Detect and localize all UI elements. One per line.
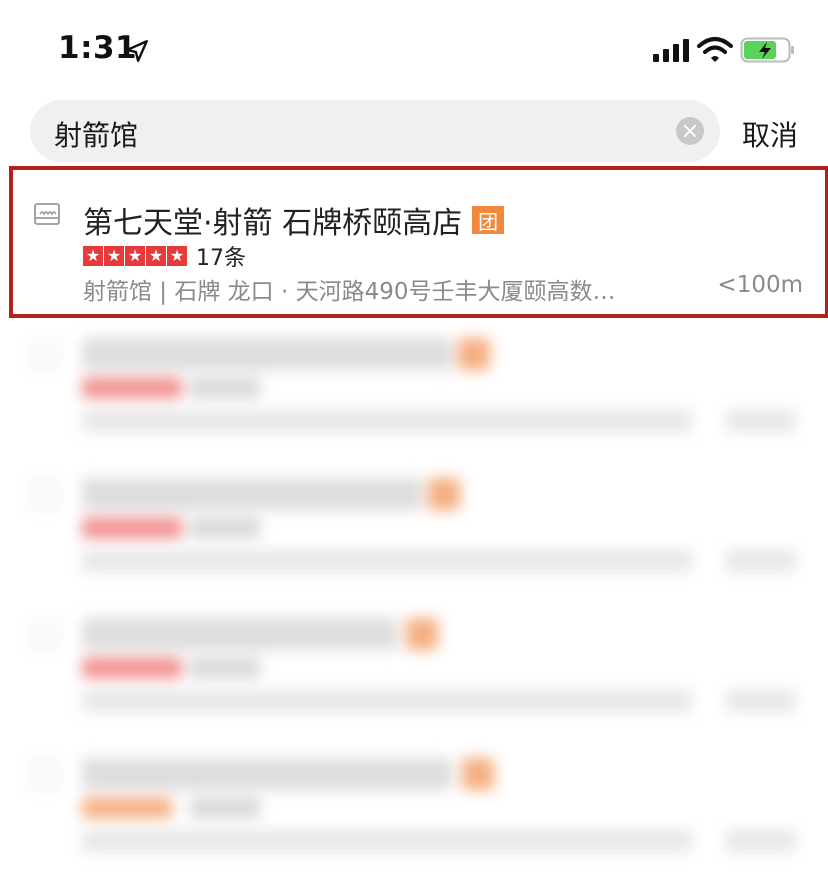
- star-icon: ★: [167, 246, 187, 266]
- search-row: 射箭馆 取消: [0, 100, 828, 164]
- search-input[interactable]: 射箭馆: [30, 100, 720, 162]
- blurred-address: [82, 550, 692, 572]
- venue-icon: [32, 482, 58, 508]
- blurred-distance: [726, 690, 796, 712]
- blurred-count: [190, 658, 260, 678]
- wifi-icon: [697, 37, 733, 62]
- blurred-address: [82, 410, 692, 432]
- blurred-title: [82, 338, 452, 370]
- blurred-badge: [458, 338, 490, 370]
- location-arrow-icon: [126, 40, 148, 62]
- blurred-title: [82, 758, 452, 790]
- blurred-count: [190, 378, 260, 398]
- star-rating: ★ ★ ★ ★ ★: [83, 246, 188, 266]
- cellular-signal-icon: [653, 39, 689, 62]
- star-icon: ★: [146, 246, 166, 266]
- blurred-count: [190, 798, 260, 818]
- venue-icon: [32, 342, 58, 368]
- star-icon: ★: [125, 246, 145, 266]
- blurred-result-item: [0, 742, 828, 874]
- blurred-stars: [82, 658, 182, 678]
- blurred-result-item: [0, 602, 828, 742]
- blurred-badge: [406, 618, 438, 650]
- blurred-distance: [726, 410, 796, 432]
- search-result-item[interactable]: 第七天堂·射箭 石牌桥颐高店 团 ★ ★ ★ ★ ★ 17条 射箭馆 | 石牌 …: [9, 166, 828, 318]
- battery-charging-icon: [740, 37, 794, 63]
- blurred-title: [82, 478, 422, 510]
- result-title: 第七天堂·射箭 石牌桥颐高店: [83, 206, 463, 241]
- result-address: 射箭馆 | 石牌 龙口 · 天河路490号壬丰大厦颐高数…: [83, 279, 616, 305]
- venue-icon: [32, 622, 58, 648]
- search-query[interactable]: 射箭馆: [54, 114, 138, 154]
- blurred-distance: [726, 830, 796, 852]
- blurred-stars: [82, 378, 182, 398]
- result-distance: <100m: [717, 272, 803, 298]
- blurred-title: [82, 618, 397, 650]
- venue-icon: [34, 203, 60, 225]
- blurred-result-item: [0, 462, 828, 602]
- blurred-badge: [428, 478, 460, 510]
- star-icon: ★: [104, 246, 124, 266]
- clear-icon[interactable]: [676, 117, 704, 145]
- venue-icon: [32, 762, 58, 788]
- result-title-line: 第七天堂·射箭 石牌桥颐高店 团: [83, 198, 505, 242]
- blurred-address: [82, 690, 692, 712]
- blurred-badge: [462, 758, 494, 790]
- status-bar: 1:31: [0, 0, 828, 96]
- group-buy-badge: 团: [472, 206, 505, 234]
- blurred-stars: [82, 518, 182, 538]
- cancel-button[interactable]: 取消: [742, 114, 798, 154]
- rating-line: ★ ★ ★ ★ ★ 17条: [83, 240, 246, 272]
- blurred-address: [82, 830, 692, 852]
- review-count: 17条: [196, 246, 246, 271]
- blurred-stars: [82, 798, 172, 818]
- blurred-results: [0, 322, 828, 874]
- address-line: 射箭馆 | 石牌 龙口 · 天河路490号壬丰大厦颐高数… <100m: [83, 272, 803, 306]
- blurred-result-item: [0, 322, 828, 462]
- star-icon: ★: [83, 246, 103, 266]
- blurred-count: [190, 518, 260, 538]
- blurred-distance: [726, 550, 796, 572]
